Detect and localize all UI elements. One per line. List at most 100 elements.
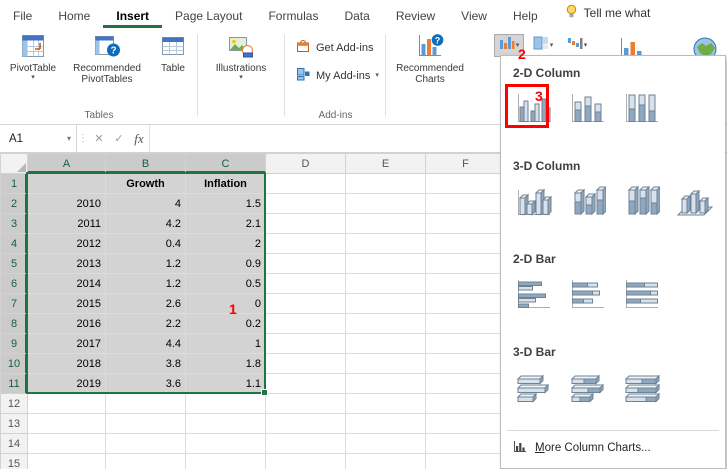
cell-F1[interactable]: [425, 173, 506, 194]
cell-B2[interactable]: 4: [105, 193, 186, 214]
cell-B12[interactable]: [105, 393, 186, 414]
insert-column-chart-button[interactable]: ▾: [494, 34, 524, 57]
cell-F14[interactable]: [425, 433, 506, 454]
column-header-B[interactable]: B: [105, 153, 186, 174]
cell-B3[interactable]: 4.2: [105, 213, 186, 234]
cell-E6[interactable]: [345, 273, 426, 294]
column-header-D[interactable]: D: [265, 153, 346, 174]
cell-C6[interactable]: 0.5: [185, 273, 266, 294]
cell-D12[interactable]: [265, 393, 346, 414]
tab-view[interactable]: View: [448, 3, 500, 28]
column-header-A[interactable]: A: [27, 153, 106, 174]
cell-C12[interactable]: [185, 393, 266, 414]
cell-A13[interactable]: [27, 413, 106, 434]
get-addins-button[interactable]: Get Add-ins: [291, 36, 377, 59]
cell-F5[interactable]: [425, 253, 506, 274]
insert-hierarchy-chart-button[interactable]: ▾: [528, 34, 558, 57]
row-header-4[interactable]: 4: [0, 233, 28, 254]
spreadsheet-grid[interactable]: A B C D E F 1 Growth Inflation 2 2010 4 1.5 3 2011 4.2 2…: [0, 153, 506, 469]
cell-A8[interactable]: 2016: [27, 313, 106, 334]
cell-D15[interactable]: [265, 453, 346, 469]
cell-C4[interactable]: 2: [185, 233, 266, 254]
cell-C11[interactable]: 1.1: [185, 373, 266, 394]
cell-B6[interactable]: 1.2: [105, 273, 186, 294]
cell-B14[interactable]: [105, 433, 186, 454]
cell-B8[interactable]: 2.2: [105, 313, 186, 334]
tab-data[interactable]: Data: [331, 3, 382, 28]
cell-D2[interactable]: [265, 193, 346, 214]
cell-A3[interactable]: 2011: [27, 213, 106, 234]
chart-type-column-3d[interactable]: [671, 179, 717, 225]
cell-F13[interactable]: [425, 413, 506, 434]
cell-A11[interactable]: 2019: [27, 373, 106, 394]
cell-C10[interactable]: 1.8: [185, 353, 266, 374]
more-column-charts-item[interactable]: More Column Charts...: [501, 431, 725, 465]
cell-F12[interactable]: [425, 393, 506, 414]
cell-E14[interactable]: [345, 433, 426, 454]
cell-E10[interactable]: [345, 353, 426, 374]
tab-review[interactable]: Review: [383, 3, 448, 28]
tab-page-layout[interactable]: Page Layout: [162, 3, 255, 28]
cell-E4[interactable]: [345, 233, 426, 254]
cell-F10[interactable]: [425, 353, 506, 374]
row-header-7[interactable]: 7: [0, 293, 28, 314]
cell-F6[interactable]: [425, 273, 506, 294]
tab-insert[interactable]: Insert: [103, 3, 163, 28]
cell-C9[interactable]: 1: [185, 333, 266, 354]
cell-E15[interactable]: [345, 453, 426, 469]
tab-help[interactable]: Help: [500, 3, 551, 28]
enter-button[interactable]: ✓: [109, 125, 129, 152]
cell-B5[interactable]: 1.2: [105, 253, 186, 274]
cell-F15[interactable]: [425, 453, 506, 469]
cell-A15[interactable]: [27, 453, 106, 469]
recommended-pivottables-button[interactable]: ? Recommended PivotTables: [66, 30, 148, 85]
cell-A10[interactable]: 2018: [27, 353, 106, 374]
cell-C7[interactable]: 0: [185, 293, 266, 314]
cell-C2[interactable]: 1.5: [185, 193, 266, 214]
pivottable-button[interactable]: PivotTable ▾: [2, 30, 64, 81]
row-header-1[interactable]: 1: [0, 173, 28, 194]
cell-B11[interactable]: 3.6: [105, 373, 186, 394]
chart-type-stacked-bar-3d[interactable]: [563, 365, 609, 411]
cell-F7[interactable]: [425, 293, 506, 314]
tab-formulas[interactable]: Formulas: [255, 3, 331, 28]
cell-D3[interactable]: [265, 213, 346, 234]
row-header-9[interactable]: 9: [0, 333, 28, 354]
cell-F11[interactable]: [425, 373, 506, 394]
cell-E9[interactable]: [345, 333, 426, 354]
tab-file[interactable]: File: [0, 3, 45, 28]
cell-F8[interactable]: [425, 313, 506, 334]
chart-type-stacked-column-3d[interactable]: [563, 179, 609, 225]
row-header-8[interactable]: 8: [0, 313, 28, 334]
cell-E11[interactable]: [345, 373, 426, 394]
chart-type-stacked-bar[interactable]: [563, 272, 609, 318]
cell-D9[interactable]: [265, 333, 346, 354]
cell-D13[interactable]: [265, 413, 346, 434]
row-header-11[interactable]: 11: [0, 373, 28, 394]
cell-D7[interactable]: [265, 293, 346, 314]
cell-D1[interactable]: [265, 173, 346, 194]
cell-D10[interactable]: [265, 353, 346, 374]
cell-F4[interactable]: [425, 233, 506, 254]
cell-C14[interactable]: [185, 433, 266, 454]
cell-F2[interactable]: [425, 193, 506, 214]
tab-home[interactable]: Home: [45, 3, 103, 28]
cell-A14[interactable]: [27, 433, 106, 454]
chart-type-clustered-column-3d[interactable]: [509, 179, 555, 225]
column-header-C[interactable]: C: [185, 153, 266, 174]
cell-D8[interactable]: [265, 313, 346, 334]
cell-E7[interactable]: [345, 293, 426, 314]
cell-C13[interactable]: [185, 413, 266, 434]
cell-D14[interactable]: [265, 433, 346, 454]
row-header-3[interactable]: 3: [0, 213, 28, 234]
illustrations-button[interactable]: Illustrations ▾: [204, 30, 278, 81]
row-header-10[interactable]: 10: [0, 353, 28, 374]
cell-C5[interactable]: 0.9: [185, 253, 266, 274]
chart-type-stacked-bar-100[interactable]: [617, 272, 663, 318]
cell-B13[interactable]: [105, 413, 186, 434]
cell-A7[interactable]: 2015: [27, 293, 106, 314]
cell-D6[interactable]: [265, 273, 346, 294]
chart-type-clustered-column[interactable]: [509, 86, 555, 132]
chart-type-clustered-bar-3d[interactable]: [509, 365, 555, 411]
recommended-charts-button[interactable]: ? Recommended Charts: [392, 30, 468, 85]
